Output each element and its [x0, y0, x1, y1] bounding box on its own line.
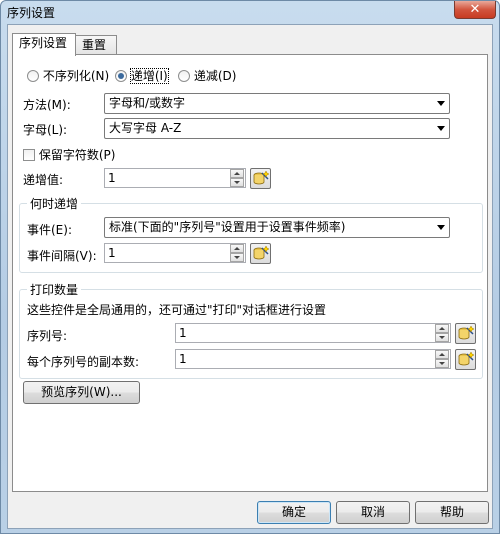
radio-circle: [178, 69, 190, 82]
copies-spinner[interactable]: 1: [175, 349, 451, 369]
serial-spinner[interactable]: 1: [175, 323, 451, 343]
dialog-client: 序列设置 重置 不序列化(N) 递增(I) 递减(D) 方法(M): 字母和/或…: [7, 24, 493, 529]
database-wand-icon: [253, 170, 270, 185]
event-interval-value: 1: [108, 246, 116, 260]
button-label: 帮助: [439, 505, 464, 519]
tab-serial-settings[interactable]: 序列设置: [12, 33, 76, 56]
radio-circle: [27, 69, 39, 82]
radio-label: 不序列化(N): [42, 69, 110, 83]
radio-label: 递增(I): [129, 68, 169, 84]
event-value: 标准(下面的"序列号"设置用于设置事件频率): [109, 220, 346, 234]
serial-value: 1: [179, 326, 187, 340]
letters-select[interactable]: 大写字母 A-Z: [104, 118, 450, 139]
spin-up-button[interactable]: [230, 244, 244, 253]
spin-down-button[interactable]: [435, 359, 449, 368]
button-label: 取消: [360, 505, 385, 519]
tab-panel: 不序列化(N) 递增(I) 递减(D) 方法(M): 字母和/或数字 字母(L)…: [12, 54, 488, 492]
spin-up-button[interactable]: [435, 324, 449, 333]
cancel-button[interactable]: 取消: [336, 501, 410, 524]
letters-value: 大写字母 A-Z: [109, 121, 182, 135]
increment-value: 1: [108, 171, 116, 185]
keep-chars-checkbox[interactable]: 保留字符数(P): [23, 146, 115, 163]
method-value: 字母和/或数字: [109, 96, 186, 110]
copies-datasource-button[interactable]: [455, 349, 476, 370]
spinner-buttons: [435, 324, 450, 342]
radio-no-serialize[interactable]: 不序列化(N): [27, 67, 109, 84]
close-icon: ✕: [469, 2, 481, 17]
spinner-buttons: [230, 169, 245, 187]
spin-up-button[interactable]: [230, 169, 244, 178]
spinner-buttons: [435, 350, 450, 368]
print-quantity-note: 这些控件是全局通用的，还可通过"打印"对话框进行设置: [27, 303, 327, 317]
copies-value: 1: [179, 352, 187, 366]
increment-datasource-button[interactable]: [250, 168, 271, 189]
radio-label: 递减(D): [193, 69, 237, 83]
tab-label: 重置: [82, 38, 107, 52]
chevron-down-icon: [437, 126, 445, 131]
serial-datasource-button[interactable]: [455, 323, 476, 344]
method-select[interactable]: 字母和/或数字: [104, 93, 450, 114]
ok-button[interactable]: 确定: [257, 501, 331, 524]
chevron-down-icon: [437, 225, 445, 230]
spin-down-button[interactable]: [435, 333, 449, 342]
event-interval-spinner[interactable]: 1: [104, 243, 246, 263]
letters-label: 字母(L):: [23, 123, 68, 137]
checkbox-box: [23, 148, 35, 161]
copies-label: 每个序列号的副本数:: [27, 355, 140, 369]
radio-decrement[interactable]: 递减(D): [178, 67, 236, 84]
spin-down-button[interactable]: [230, 178, 244, 187]
dialog-window: 序列设置 ✕ 序列设置 重置 不序列化(N) 递增(I) 递减(D) 方法(M)…: [0, 0, 500, 534]
tab-reset[interactable]: 重置: [75, 35, 117, 55]
when-increment-title: 何时递增: [27, 195, 82, 212]
event-interval-datasource-button[interactable]: [250, 243, 271, 264]
increment-label: 递增值:: [23, 173, 64, 187]
title-bar[interactable]: 序列设置 ✕: [1, 1, 500, 23]
button-label: 预览序列(W)...: [41, 385, 122, 399]
spin-down-button[interactable]: [230, 253, 244, 262]
radio-increment[interactable]: 递增(I): [115, 67, 169, 84]
database-wand-icon: [253, 245, 270, 260]
event-select[interactable]: 标准(下面的"序列号"设置用于设置事件频率): [104, 217, 450, 238]
close-button[interactable]: ✕: [454, 1, 496, 19]
tab-label: 序列设置: [19, 36, 68, 50]
radio-circle: [115, 69, 127, 82]
increment-spinner[interactable]: 1: [104, 168, 246, 188]
checkbox-label: 保留字符数(P): [38, 148, 116, 162]
button-label: 确定: [281, 505, 306, 519]
chevron-down-icon: [437, 101, 445, 106]
event-interval-label: 事件间隔(V):: [27, 249, 97, 263]
method-label: 方法(M):: [23, 98, 71, 112]
preview-sequence-button[interactable]: 预览序列(W)...: [23, 381, 140, 404]
print-quantity-title: 打印数量: [27, 281, 82, 298]
window-title: 序列设置: [7, 6, 56, 20]
serial-label: 序列号:: [27, 329, 68, 343]
database-wand-icon: [458, 351, 475, 366]
database-wand-icon: [458, 325, 475, 340]
spinner-buttons: [230, 244, 245, 262]
spin-up-button[interactable]: [435, 350, 449, 359]
event-label: 事件(E):: [27, 223, 72, 237]
help-button[interactable]: 帮助: [415, 501, 489, 524]
